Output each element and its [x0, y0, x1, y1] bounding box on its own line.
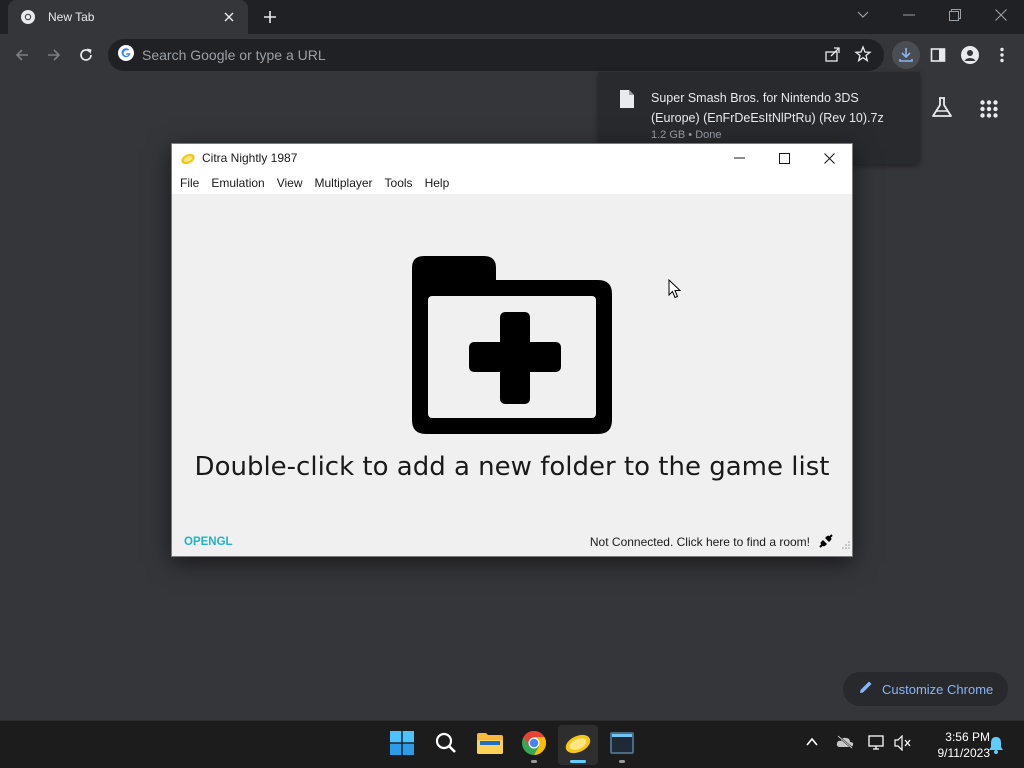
citra-maximize-button[interactable]	[762, 144, 807, 172]
mouse-cursor-icon	[668, 278, 682, 304]
menu-help[interactable]: Help	[419, 172, 456, 194]
back-button[interactable]	[8, 41, 36, 69]
chrome-menu-icon[interactable]	[988, 41, 1016, 69]
chrome-icon	[522, 730, 547, 760]
resize-grip-icon[interactable]	[842, 536, 850, 554]
renderer-label[interactable]: OPENGL	[184, 536, 233, 548]
network-disconnected-icon[interactable]	[818, 533, 834, 554]
citra-window-title: Citra Nightly 1987	[202, 151, 298, 165]
new-tab-button[interactable]	[258, 6, 282, 28]
empty-game-list-message: Double-click to add a new folder to the …	[194, 452, 830, 482]
volume-muted-icon[interactable]	[894, 734, 912, 756]
pencil-icon	[859, 680, 873, 699]
citra-logo-icon	[180, 150, 196, 166]
citra-close-button[interactable]	[807, 144, 852, 172]
download-status: 1.2 GB • Done	[651, 129, 722, 141]
taskbar-search-button[interactable]	[426, 725, 466, 765]
terminal-icon	[610, 731, 634, 759]
omnibox-actions	[824, 45, 872, 68]
citra-window-controls	[717, 144, 852, 172]
active-indicator	[570, 760, 586, 763]
browser-minimize-button[interactable]	[886, 0, 932, 30]
notification-bell-icon[interactable]	[988, 736, 1004, 759]
citra-icon	[564, 731, 592, 760]
downloads-button[interactable]	[892, 41, 920, 69]
taskbar: 3:56 PM 9/11/2023	[0, 720, 1024, 768]
clock-time: 3:56 PM	[945, 730, 990, 744]
browser-close-button[interactable]	[978, 0, 1024, 30]
start-button[interactable]	[382, 725, 422, 765]
browser-window-controls	[840, 0, 1024, 34]
clock-date: 9/11/2023	[937, 746, 991, 760]
chrome-favicon-icon	[20, 9, 36, 25]
menu-emulation[interactable]: Emulation	[205, 172, 270, 194]
menu-view[interactable]: View	[271, 172, 309, 194]
citra-window: Citra Nightly 1987 File Emulation View M…	[171, 143, 853, 557]
chrome-labs-icon[interactable]	[930, 96, 954, 125]
side-panel-icon[interactable]	[924, 41, 952, 69]
tab-title: New Tab	[48, 10, 95, 24]
citra-minimize-button[interactable]	[717, 144, 762, 172]
browser-restore-button[interactable]	[932, 0, 978, 30]
tab-new-tab[interactable]: New Tab	[8, 0, 248, 34]
citra-menubar: File Emulation View Multiplayer Tools He…	[172, 172, 852, 194]
start-icon	[390, 730, 414, 760]
google-icon	[118, 44, 134, 66]
reload-button[interactable]	[72, 41, 100, 69]
profile-avatar-icon[interactable]	[956, 41, 984, 69]
menu-file[interactable]: File	[174, 172, 205, 194]
forward-button[interactable]	[40, 41, 68, 69]
running-indicator	[531, 760, 537, 763]
network-status[interactable]: Not Connected. Click here to find a room…	[590, 535, 810, 549]
address-bar[interactable]	[108, 39, 884, 71]
show-hidden-icons-icon[interactable]	[805, 735, 819, 754]
download-filename[interactable]: Super Smash Bros. for Nintendo 3DS (Euro…	[651, 88, 901, 128]
add-folder-icon[interactable]	[412, 256, 612, 439]
customize-chrome-label: Customize Chrome	[882, 681, 994, 697]
taskbar-file-explorer[interactable]	[470, 725, 510, 765]
citra-titlebar[interactable]: Citra Nightly 1987	[172, 144, 852, 172]
citra-statusbar: OPENGL Not Connected. Click here to find…	[172, 528, 852, 556]
omnibox-input[interactable]	[142, 47, 782, 63]
game-list-drop-area[interactable]: Double-click to add a new folder to the …	[172, 194, 852, 528]
customize-chrome-button[interactable]: Customize Chrome	[843, 672, 1008, 706]
menu-multiplayer[interactable]: Multiplayer	[309, 172, 379, 194]
running-indicator	[619, 760, 625, 763]
menu-tools[interactable]: Tools	[379, 172, 419, 194]
onedrive-icon[interactable]	[836, 735, 854, 754]
file-explorer-icon	[477, 732, 503, 759]
tab-search-icon[interactable]	[840, 0, 886, 30]
search-icon	[435, 732, 457, 759]
taskbar-citra[interactable]	[558, 725, 598, 765]
tab-strip: New Tab	[0, 0, 1024, 34]
tab-close-icon[interactable]	[220, 8, 238, 26]
share-icon[interactable]	[824, 45, 842, 68]
file-icon	[620, 90, 634, 113]
taskbar-chrome[interactable]	[514, 725, 554, 765]
taskbar-clock[interactable]: 3:56 PM 9/11/2023	[918, 729, 991, 761]
taskbar-terminal[interactable]	[602, 725, 642, 765]
bookmark-star-icon[interactable]	[854, 45, 872, 68]
network-icon[interactable]	[868, 735, 886, 756]
google-apps-icon[interactable]	[980, 100, 998, 123]
